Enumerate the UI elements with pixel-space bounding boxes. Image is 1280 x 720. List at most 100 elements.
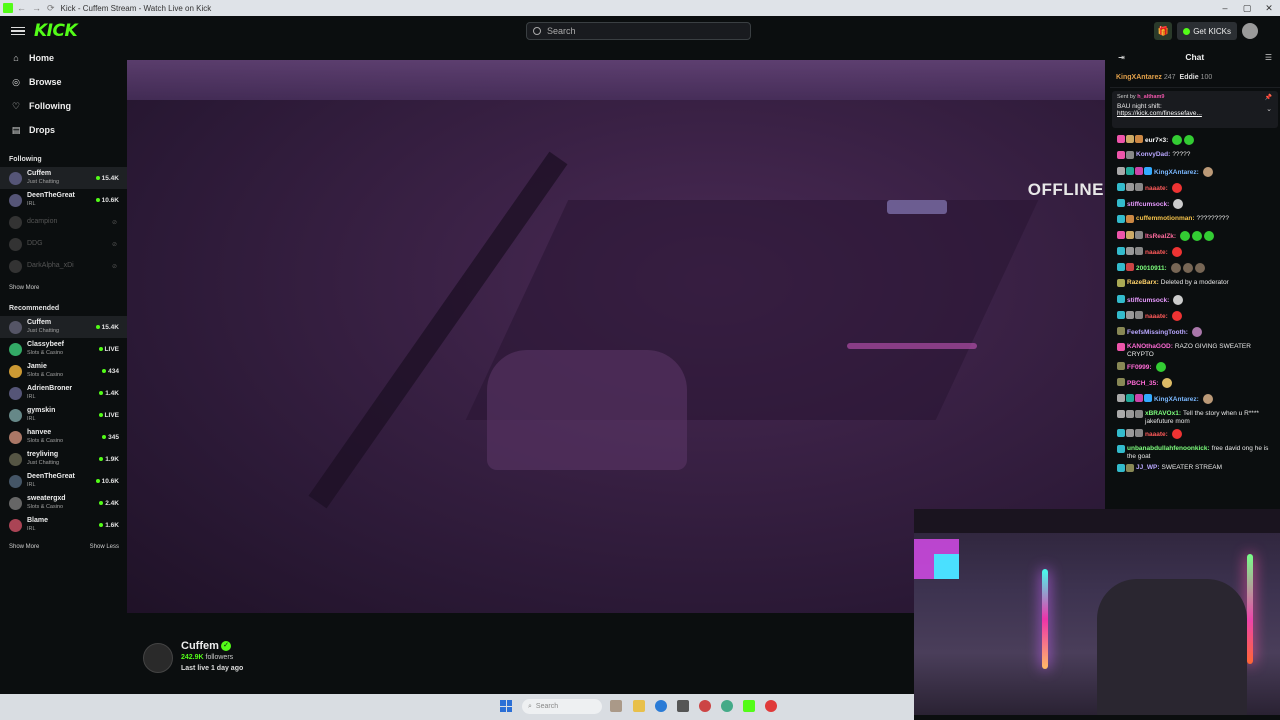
chat-badge-icon — [1117, 362, 1125, 370]
drops-icon: ▤ — [11, 124, 21, 135]
chat-username[interactable]: FeefsMissingTooth: — [1127, 329, 1188, 336]
pin-icon[interactable]: 📌 — [1265, 94, 1272, 101]
sidebar-channel-item[interactable]: dcampion ⊘ — [0, 211, 127, 233]
channel-avatar — [9, 452, 22, 466]
sidebar-channel-item[interactable]: sweatergxd Slots & Casino 2.4K — [0, 492, 127, 514]
sidebar-channel-item[interactable]: DeenTheGreat IRL 10.6K — [0, 470, 127, 492]
taskbar-app-icon[interactable] — [610, 700, 622, 712]
recommended-show-more-button[interactable]: Show More — [9, 544, 39, 550]
sidebar-channel-item[interactable]: Blame IRL 1.6K — [0, 514, 127, 536]
following-show-more-button[interactable]: Show More — [9, 285, 39, 291]
reload-icon[interactable]: ⟳ — [47, 3, 55, 14]
chat-message: stiffcumsock: — [1117, 196, 1274, 212]
chat-username[interactable]: xBRAVOx1: — [1145, 410, 1181, 417]
sidebar-channel-item[interactable]: Jamie Slots & Casino 434 — [0, 360, 127, 382]
taskbar-app-icon[interactable] — [699, 700, 711, 712]
chat-username[interactable]: eur7×3: — [1145, 137, 1168, 144]
chat-badge-icon — [1117, 151, 1125, 159]
user-avatar[interactable] — [1242, 23, 1258, 39]
minimize-button[interactable]: – — [1214, 3, 1236, 13]
sidebar-channel-item[interactable]: gymskin IRL LIVE — [0, 404, 127, 426]
menu-icon[interactable] — [11, 26, 25, 36]
chat-message: KingXAntarez: — [1117, 391, 1274, 407]
channel-avatar — [9, 215, 22, 229]
get-kicks-button[interactable]: Get KICKs — [1177, 22, 1237, 40]
chat-message: KonvyDad:????? — [1117, 148, 1274, 164]
sidebar-channel-item[interactable]: DeenTheGreat IRL 10.6K — [0, 189, 127, 211]
chat-username[interactable]: stiffcumsock: — [1127, 201, 1169, 208]
windows-start-icon[interactable] — [500, 700, 512, 712]
close-window-button[interactable]: ✕ — [1258, 3, 1280, 14]
chat-username[interactable]: 20010911: — [1136, 265, 1167, 272]
chat-badge-icon — [1117, 167, 1125, 175]
chat-username[interactable]: KingXAntarez: — [1154, 169, 1199, 176]
chat-username[interactable]: JJ_WP: — [1136, 464, 1159, 471]
chevron-down-icon[interactable]: ⌄ — [1266, 105, 1272, 113]
chat-username[interactable]: unbanabdullahfenoonkick: — [1127, 445, 1210, 452]
sidebar-channel-item[interactable]: AdrienBroner IRL 1.4K — [0, 382, 127, 404]
chat-username[interactable]: stiffcumsock: — [1127, 297, 1169, 304]
sidebar-channel-item[interactable]: hanvee Slots & Casino 345 — [0, 426, 127, 448]
collapse-chat-icon[interactable]: ⇥ — [1118, 53, 1125, 62]
chrome-browser-icon[interactable] — [721, 700, 733, 712]
chat-username[interactable]: KANOthaGOD: — [1127, 343, 1173, 350]
chat-username[interactable]: naaate: — [1145, 249, 1168, 256]
chat-badge-icon — [1135, 183, 1143, 191]
taskbar-app-icon[interactable] — [677, 700, 689, 712]
chat-username[interactable]: cuffemmotionman: — [1136, 215, 1195, 222]
viewer-count: LIVE — [98, 346, 119, 353]
chat-badge-icon — [1117, 429, 1125, 437]
chat-username[interactable]: naaate: — [1145, 185, 1168, 192]
following-list: Cuffem Just Chatting 15.4K DeenTheGreat IRL… — [0, 167, 127, 277]
chat-username[interactable]: PBCH_35: — [1127, 380, 1158, 387]
kick-app-icon[interactable] — [743, 700, 755, 712]
channel-name[interactable]: Cuffem — [181, 640, 219, 652]
sidebar-channel-item[interactable]: DarkAlpha_xDi ⊘ — [0, 255, 127, 277]
chat-username[interactable]: KingXAntarez: — [1154, 396, 1199, 403]
channel-category: Just Chatting — [27, 179, 60, 185]
gift-icon[interactable]: 🎁 — [1154, 22, 1173, 40]
chat-badge-icon — [1117, 311, 1125, 319]
chat-users-icon[interactable]: ☰ — [1265, 53, 1272, 62]
channel-name: hanvee — [27, 429, 52, 436]
chat-username[interactable]: FF0999: — [1127, 364, 1152, 371]
last-live-text: Last live 1 day ago — [181, 665, 244, 672]
sidebar-nav-following[interactable]: ♡ Following — [0, 94, 127, 118]
gifter-entry[interactable]: Eddie 100 — [1180, 74, 1213, 81]
live-dot-icon — [102, 369, 107, 373]
verified-icon: ✓ — [221, 641, 231, 651]
search-input[interactable] — [547, 26, 727, 36]
forward-icon[interactable]: → — [32, 3, 41, 13]
sidebar-channel-item[interactable]: DDG ⊘ — [0, 233, 127, 255]
pinned-link[interactable]: https://kick.com/finessefave... — [1117, 110, 1273, 117]
sidebar-channel-item[interactable]: Cuffem Just Chatting 15.4K — [0, 167, 127, 189]
channel-avatar[interactable] — [143, 643, 173, 673]
sidebar-nav-home[interactable]: ⌂ Home — [0, 46, 127, 70]
webcam-floor-lamp — [1247, 554, 1253, 664]
maximize-button[interactable]: ▢ — [1236, 3, 1258, 14]
recommended-show-less-button[interactable]: Show Less — [90, 544, 119, 550]
back-icon[interactable]: ← — [17, 3, 26, 13]
sidebar-channel-item[interactable]: treyliving Just Chatting 1.9K — [0, 448, 127, 470]
taskbar-search[interactable]: ⌕ Search — [522, 699, 602, 714]
sidebar-channel-item[interactable]: Classybeef Slots & Casino LIVE — [0, 338, 127, 360]
chat-username[interactable]: ItsRealZk: — [1145, 233, 1176, 240]
viewer-count: 1.4K — [99, 390, 119, 397]
chat-emote-icon — [1173, 199, 1184, 209]
chat-badge-icon — [1117, 378, 1125, 386]
pinned-sender[interactable]: h_altham9 — [1137, 94, 1164, 100]
edge-browser-icon[interactable] — [655, 700, 667, 712]
sidebar-nav-browse[interactable]: ◎ Browse — [0, 70, 127, 94]
sidebar-channel-item[interactable]: Cuffem Just Chatting 15.4K — [0, 316, 127, 338]
chat-username[interactable]: KonvyDad: — [1136, 151, 1170, 158]
chat-username[interactable]: RazeBarx: — [1127, 279, 1159, 286]
file-explorer-icon[interactable] — [633, 700, 645, 712]
kick-logo[interactable]: KICK — [34, 21, 78, 41]
webcam-floor-lamp — [1042, 569, 1048, 669]
taskbar-app-icon[interactable] — [765, 700, 777, 712]
gifter-entry[interactable]: KingXAntarez 247 — [1116, 74, 1176, 81]
chat-username[interactable]: naaate: — [1145, 313, 1168, 320]
search-bar[interactable] — [526, 22, 751, 40]
sidebar-nav-drops[interactable]: ▤ Drops — [0, 118, 127, 142]
chat-username[interactable]: naaate: — [1145, 431, 1168, 438]
